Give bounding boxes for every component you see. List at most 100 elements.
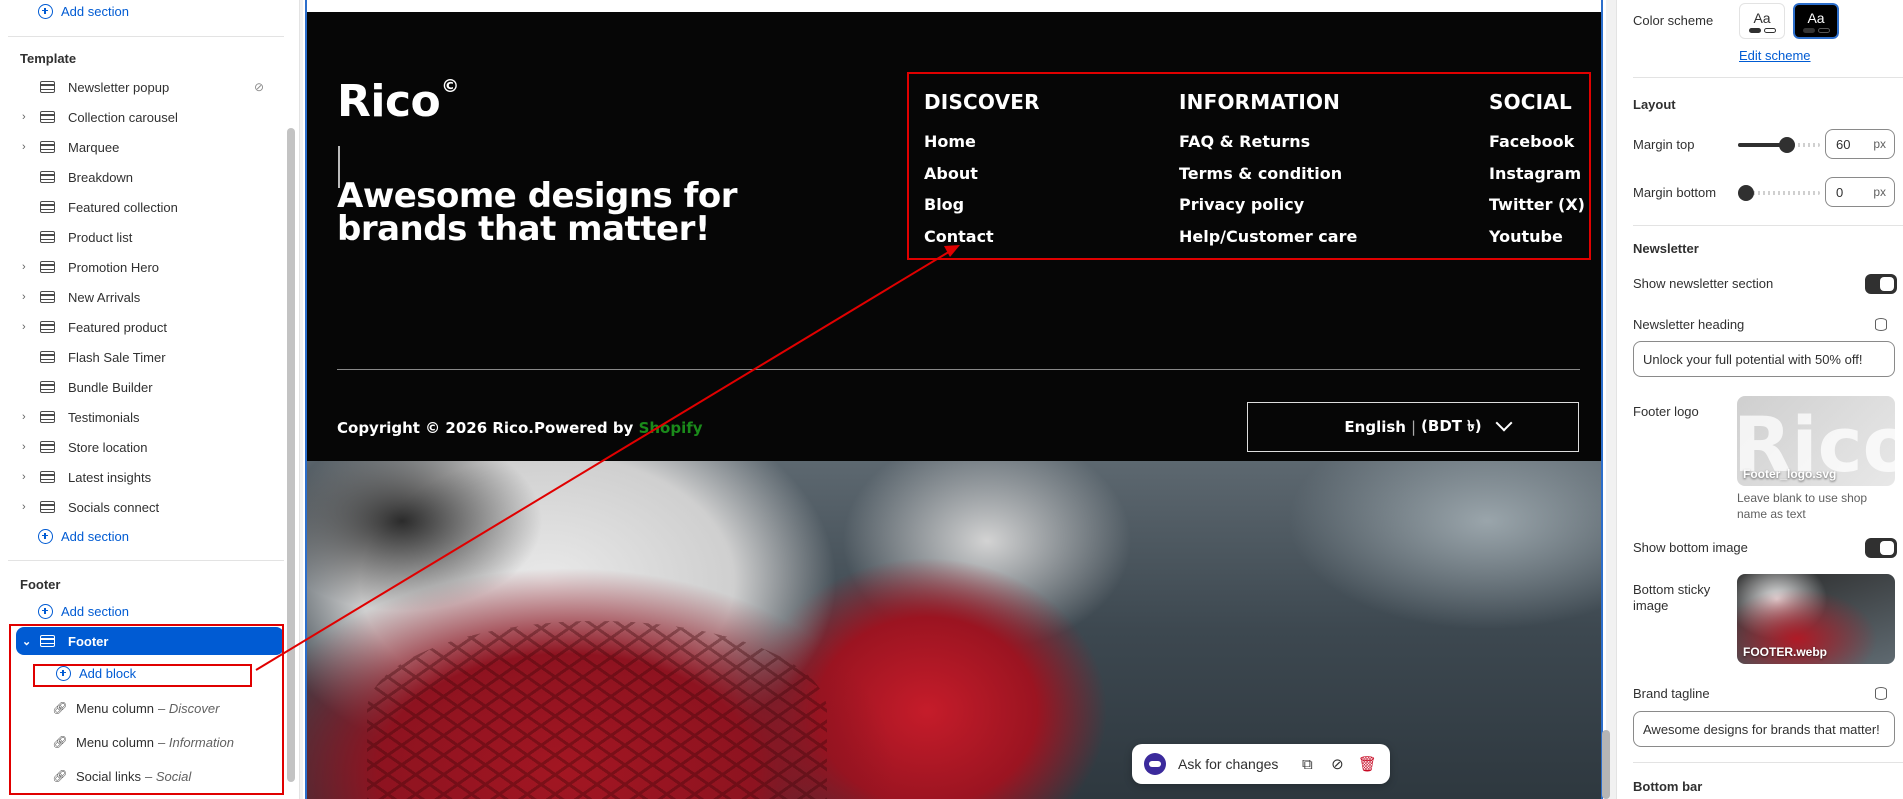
edit-scheme-link[interactable]: Edit scheme (1739, 48, 1811, 63)
sidebar-item-newsletter-popup[interactable]: Newsletter popup ⊘ (20, 73, 282, 101)
preview-scrollbar[interactable] (1602, 730, 1610, 799)
brand-tagline-label: Brand tagline (1633, 686, 1710, 701)
sidebar-item-flash-sale-timer[interactable]: Flash Sale Timer (20, 343, 282, 371)
language-currency-select[interactable]: English | (BDT ৳) (1247, 402, 1579, 452)
menu-link[interactable]: Instagram (1489, 164, 1585, 196)
scheme-option-dark[interactable]: Aa (1792, 2, 1840, 40)
footer-heading: Footer (20, 577, 61, 592)
menu-link[interactable]: Blog (924, 195, 1040, 227)
eye-off-icon[interactable]: ⊘ (254, 80, 264, 94)
add-section-template-button[interactable]: Add section (38, 525, 129, 547)
sidebar-item-socials-connect[interactable]: › Socials connect (20, 493, 282, 521)
bottom-sticky-image-label: Bottom sticky image (1633, 582, 1711, 613)
dynamic-source-icon[interactable] (1875, 687, 1887, 700)
menu-link[interactable]: Terms & condition (1179, 164, 1357, 196)
add-block-button[interactable]: Add block (56, 662, 136, 684)
menu-link[interactable]: Twitter (X) (1489, 195, 1585, 227)
brand-tagline-input[interactable]: Awesome designs for brands that matter! (1633, 711, 1895, 747)
sidebar-item-footer[interactable]: ⌄ Footer (16, 627, 284, 655)
duplicate-icon[interactable]: ⧉ (1292, 749, 1322, 779)
sidebar-item-product-list[interactable]: Product list (20, 223, 282, 251)
sidebar-item-label: Testimonials (68, 409, 140, 425)
chevron-right-icon[interactable]: › (20, 261, 40, 273)
section-icon (40, 501, 55, 513)
newsletter-heading: Newsletter (1633, 241, 1699, 256)
sidebar-item-marquee[interactable]: › Marquee (20, 133, 282, 161)
show-bottom-image-toggle[interactable] (1865, 538, 1897, 558)
chevron-right-icon[interactable]: › (20, 291, 40, 303)
newsletter-heading-label: Newsletter heading (1633, 317, 1745, 332)
scheme-option-light[interactable]: Aa (1739, 3, 1785, 39)
add-section-top-button[interactable]: Add section (38, 0, 129, 22)
section-icon (40, 141, 55, 153)
newsletter-heading-input[interactable]: Unlock your full potential with 50% off! (1633, 341, 1895, 377)
sidebar-item-store-location[interactable]: › Store location (20, 433, 282, 461)
divider (1633, 225, 1903, 226)
block-detail: – Social (145, 768, 192, 784)
hide-icon[interactable]: ⊘ (1322, 749, 1352, 779)
sidebar-item-featured-product[interactable]: › Featured product (20, 313, 282, 341)
divider (8, 36, 284, 37)
menu-link[interactable]: Youtube (1489, 227, 1585, 259)
show-newsletter-toggle[interactable] (1865, 274, 1897, 294)
chevron-right-icon[interactable]: › (20, 141, 40, 153)
slider-thumb[interactable] (1738, 185, 1754, 201)
sidebar-item-new-arrivals[interactable]: › New Arrivals (20, 283, 282, 311)
sidebar-item-latest-insights[interactable]: › Latest insights (20, 463, 282, 491)
menu-link[interactable]: Privacy policy (1179, 195, 1357, 227)
chevron-down-icon[interactable]: ⌄ (20, 635, 40, 648)
block-social-links[interactable]: 🔗︎ Social links – Social (52, 762, 192, 790)
section-icon (40, 111, 55, 123)
shopify-link[interactable]: Shopify (639, 419, 703, 437)
menu-link[interactable]: Contact (924, 227, 1040, 259)
divider (8, 560, 284, 561)
bottom-sneaker-image (307, 461, 1601, 799)
sidebar-item-label: Socials connect (68, 499, 160, 515)
margin-bottom-slider[interactable] (1738, 185, 1820, 201)
chevron-right-icon[interactable]: › (20, 111, 40, 123)
menu-column-social: SOCIAL Facebook Instagram Twitter (X) Yo… (1489, 90, 1585, 258)
footer-logo-picker[interactable]: Rico Footer_logo.svg (1737, 396, 1895, 486)
sidebar-item-bundle-builder[interactable]: Bundle Builder (20, 373, 282, 401)
sidebar-item-testimonials[interactable]: › Testimonials (20, 403, 282, 431)
menu-link[interactable]: FAQ & Returns (1179, 132, 1357, 164)
margin-bottom-input[interactable]: 0 px (1825, 177, 1895, 207)
section-icon (40, 411, 55, 423)
chevron-right-icon[interactable]: › (20, 471, 40, 483)
store-footer[interactable]: Rico© Awesome designs for brands that ma… (307, 12, 1601, 461)
dynamic-source-icon[interactable] (1875, 318, 1887, 331)
footer-logo-help: Leave blank to use shop name as text (1737, 491, 1868, 521)
sidebar-item-promotion-hero[interactable]: › Promotion Hero (20, 253, 282, 281)
add-section-footer-button[interactable]: Add section (38, 600, 129, 622)
menu-link[interactable]: Facebook (1489, 132, 1585, 164)
chevron-right-icon[interactable]: › (20, 411, 40, 423)
delete-icon[interactable]: 🗑︎ (1352, 749, 1382, 779)
margin-top-slider[interactable] (1738, 137, 1820, 153)
sidebar-item-label: Featured collection (68, 199, 178, 215)
footer-logo[interactable]: Rico© (337, 76, 459, 127)
sidebar-item-label: Featured product (68, 319, 168, 335)
menu-link[interactable]: Help/Customer care (1179, 227, 1357, 259)
footer-logo-label: Footer logo (1633, 404, 1699, 419)
menu-link[interactable]: Home (924, 132, 1040, 164)
section-icon (40, 201, 55, 213)
bottom-image-picker[interactable]: FOOTER.webp (1737, 574, 1895, 664)
preview-top-strip (307, 0, 1601, 12)
scheme-sample: Aa (1807, 9, 1825, 26)
sidebar-item-breakdown[interactable]: Breakdown (20, 163, 282, 191)
sidebar-item-collection-carousel[interactable]: › Collection carousel (20, 103, 282, 131)
chevron-right-icon[interactable]: › (20, 441, 40, 453)
margin-top-input[interactable]: 60 px (1825, 129, 1895, 159)
link-icon: 🔗︎ (52, 769, 68, 783)
menu-link[interactable]: About (924, 164, 1040, 196)
sidebar-scrollbar[interactable] (287, 128, 295, 782)
sidebar-item-featured-collection[interactable]: Featured collection (20, 193, 282, 221)
ask-for-changes-button[interactable]: Ask for changes (1178, 756, 1278, 772)
add-block-label: Add block (79, 665, 137, 681)
block-menu-column-discover[interactable]: 🔗︎ Menu column – Discover (52, 694, 219, 722)
chevron-right-icon[interactable]: › (20, 321, 40, 333)
menu-column-discover: DISCOVER Home About Blog Contact (924, 90, 1040, 258)
block-menu-column-information[interactable]: 🔗︎ Menu column – Information (52, 728, 234, 756)
slider-thumb[interactable] (1779, 137, 1796, 153)
chevron-right-icon[interactable]: › (20, 501, 40, 513)
